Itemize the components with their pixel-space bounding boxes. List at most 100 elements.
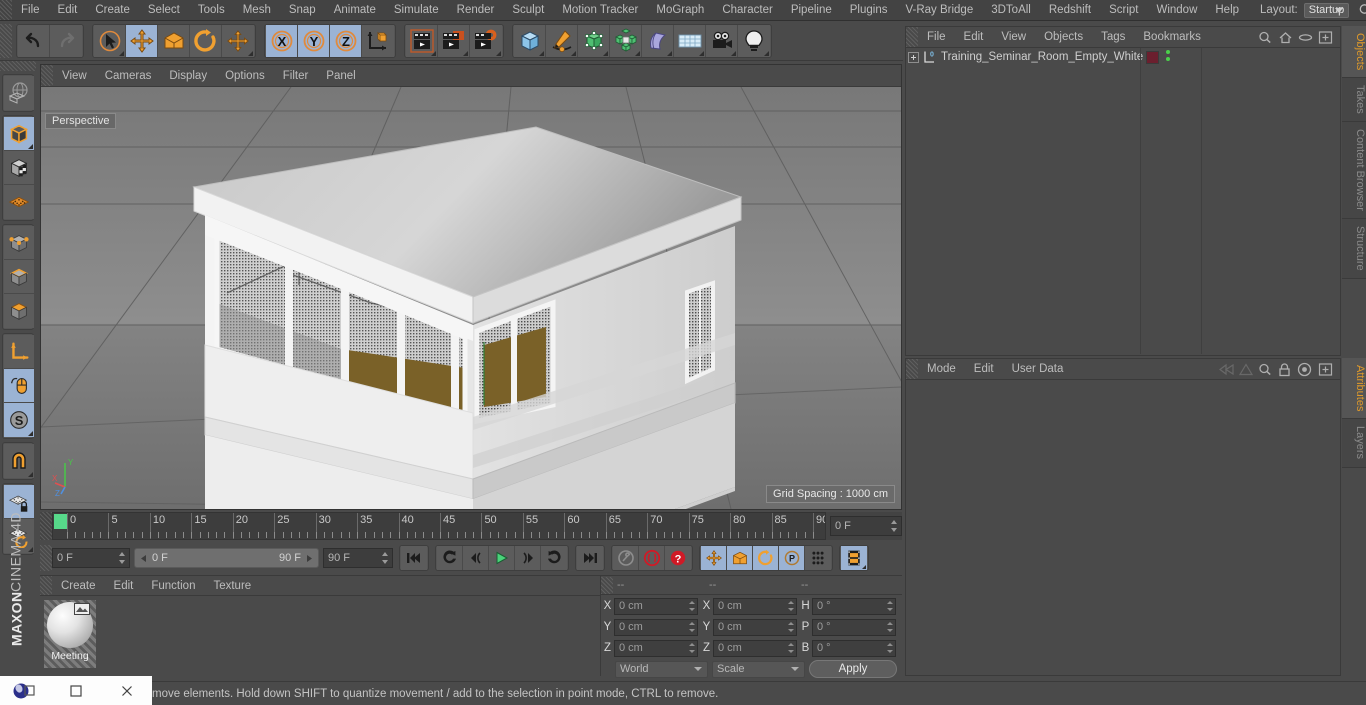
attribute-menu-grip[interactable] [906, 359, 918, 379]
vtab-content-browser[interactable]: Content Browser [1342, 122, 1366, 219]
plus-panel-icon[interactable] [1317, 30, 1334, 45]
home-icon[interactable] [1277, 30, 1294, 45]
render-view-button[interactable] [406, 24, 438, 57]
solo-single-button[interactable]: S [4, 403, 34, 437]
transform-mode-select[interactable]: Scale [712, 660, 805, 678]
make-editable-button[interactable] [4, 76, 34, 110]
vtab-structure[interactable]: Structure [1342, 218, 1366, 279]
rotate-tool-button[interactable] [190, 24, 222, 57]
attribute-menu-user-data[interactable]: User Data [1003, 358, 1073, 380]
vtab-takes[interactable]: Takes [1342, 78, 1366, 123]
next-key-button[interactable] [541, 546, 567, 570]
menu-mograph[interactable]: MoGraph [647, 0, 713, 21]
menu-render[interactable]: Render [448, 0, 504, 21]
back-nav-icon[interactable] [1217, 362, 1234, 377]
object-axis-button[interactable] [4, 335, 34, 369]
coord-spinner[interactable] [788, 643, 794, 653]
point-mode-button[interactable] [4, 226, 34, 260]
menu-motion-tracker[interactable]: Motion Tracker [553, 0, 647, 21]
preview-end-spinner[interactable] [382, 552, 389, 564]
coord-spinner[interactable] [887, 622, 893, 632]
redo-button[interactable] [50, 24, 82, 57]
menu-v-ray-bridge[interactable]: V-Ray Bridge [896, 0, 982, 21]
coord-spinner[interactable] [887, 643, 893, 653]
object-menu-tags[interactable]: Tags [1092, 26, 1134, 48]
object-menu-view[interactable]: View [992, 26, 1035, 48]
viewport-menu-panel[interactable]: Panel [317, 65, 364, 87]
coord-system-select[interactable]: World [615, 660, 708, 678]
attribute-menu-mode[interactable]: Mode [918, 358, 965, 380]
key-scale-button[interactable] [727, 546, 753, 570]
material-menu-edit[interactable]: Edit [105, 575, 143, 597]
viewport-canvas[interactable]: Perspective Grid Spacing : 1000 cm Y X Z [41, 87, 901, 509]
move-tool-button[interactable] [126, 24, 158, 57]
coord-spinner[interactable] [788, 622, 794, 632]
menu-3dtoall[interactable]: 3DToAll [982, 0, 1040, 21]
current-frame-field[interactable]: 0 F [830, 516, 902, 536]
cube-primitive-button[interactable] [514, 24, 546, 57]
previous-key-button[interactable] [437, 546, 463, 570]
vtab-attributes[interactable]: Attributes [1342, 358, 1366, 420]
menu-character[interactable]: Character [713, 0, 782, 21]
material-menu-grip[interactable] [40, 576, 52, 595]
transport-grip[interactable] [40, 545, 52, 571]
coord-field-rot-h[interactable]: 0 ° [812, 597, 896, 615]
close-icon[interactable] [101, 676, 152, 705]
coord-field-pos-z[interactable]: 0 cm [614, 639, 698, 657]
time-range-slider[interactable]: 0 F 90 F [134, 548, 319, 568]
menu-script[interactable]: Script [1100, 0, 1147, 21]
object-menu-file[interactable]: File [918, 26, 955, 48]
object-menu-bookmarks[interactable]: Bookmarks [1134, 26, 1210, 48]
attribute-menu-edit[interactable]: Edit [965, 358, 1003, 380]
viewport-menu-view[interactable]: View [53, 65, 96, 87]
light-button[interactable] [738, 24, 770, 57]
spline-pen-button[interactable] [546, 24, 578, 57]
bend-deformer-button[interactable] [642, 24, 674, 57]
coord-field-pos-y[interactable]: 0 cm [614, 618, 698, 636]
menu-select[interactable]: Select [139, 0, 189, 21]
menu-tools[interactable]: Tools [189, 0, 234, 21]
coord-field-rot-p[interactable]: 0 ° [812, 618, 896, 636]
camera-button[interactable] [706, 24, 738, 57]
target-icon[interactable] [1297, 362, 1314, 377]
plus-panel-icon[interactable] [1317, 362, 1334, 377]
coord-field-size-x[interactable]: 0 cm [713, 597, 797, 615]
undo-button[interactable] [18, 24, 50, 57]
vtab-objects[interactable]: Objects [1342, 26, 1366, 79]
viewport-menu-options[interactable]: Options [216, 65, 274, 87]
autokey-button[interactable] [639, 546, 665, 570]
menu-simulate[interactable]: Simulate [385, 0, 448, 21]
coord-spinner[interactable] [689, 622, 695, 632]
material-list[interactable]: Meeting [40, 596, 600, 676]
key-param-button[interactable]: P [779, 546, 805, 570]
coord-spinner[interactable] [689, 601, 695, 611]
texture-mode-button[interactable] [4, 151, 34, 185]
menu-animate[interactable]: Animate [325, 0, 385, 21]
keyframe-select-button[interactable]: ? [665, 546, 691, 570]
scale-tool-button[interactable] [158, 24, 190, 57]
world-object-coord-button[interactable] [362, 24, 394, 57]
y-axis-button[interactable]: Y [298, 24, 330, 57]
menu-create[interactable]: Create [86, 0, 139, 21]
object-tree[interactable]: 0 Training_Seminar_Room_Empty_White [906, 48, 1340, 354]
toolbar-grip[interactable] [0, 23, 12, 58]
viewport-menu-display[interactable]: Display [160, 65, 216, 87]
material-tag[interactable] [1146, 50, 1159, 64]
time-field[interactable]: 0 F [52, 548, 130, 568]
menu-plugins[interactable]: Plugins [841, 0, 897, 21]
material-menu-function[interactable]: Function [142, 575, 204, 597]
eye-icon[interactable] [1297, 30, 1314, 45]
apply-button[interactable]: Apply [809, 660, 897, 678]
menu-mesh[interactable]: Mesh [234, 0, 280, 21]
z-axis-button[interactable]: Z [330, 24, 362, 57]
material-menu-texture[interactable]: Texture [204, 575, 260, 597]
edge-mode-button[interactable] [4, 260, 34, 294]
timeline-ruler[interactable]: 0 5 10 15 20 25 30 35 40 45 50 55 60 65 70 75 80 85 90 [52, 512, 826, 540]
next-frame-button[interactable] [515, 546, 541, 570]
render-picture-viewer-button[interactable] [438, 24, 470, 57]
object-menu-edit[interactable]: Edit [955, 26, 993, 48]
menu-help[interactable]: Help [1206, 0, 1248, 21]
menu-file[interactable]: File [12, 0, 49, 21]
workplane-mode-button[interactable] [4, 185, 34, 219]
floor-environment-button[interactable] [674, 24, 706, 57]
